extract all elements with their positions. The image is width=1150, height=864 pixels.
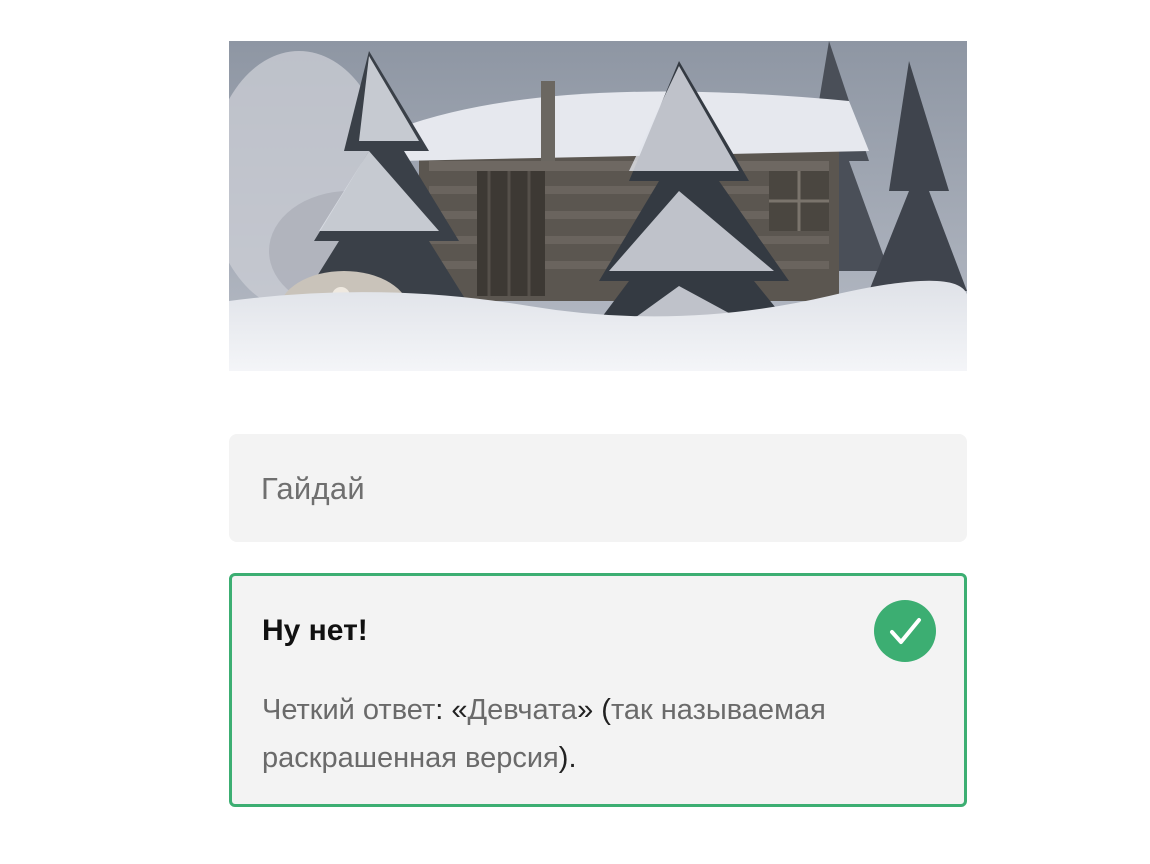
photo-icon	[229, 41, 967, 371]
check-circle-icon	[874, 600, 936, 662]
answer-option-label: Гайдай	[261, 471, 366, 506]
result-open-quote: «	[451, 694, 468, 726]
result-period: .	[568, 742, 577, 774]
result-card: Ну нет! Четкий ответ: «Девчата» (так наз…	[229, 573, 967, 807]
result-open-paren: (	[601, 694, 611, 726]
result-close-paren: )	[558, 742, 569, 774]
result-title: Ну нет!	[262, 614, 368, 647]
result-colon: :	[435, 694, 444, 726]
result-explanation: Четкий ответ: «Девчата» (так называемая …	[262, 686, 902, 782]
result-close-quote: »	[577, 694, 594, 726]
result-answer: Девчата	[467, 694, 578, 726]
answer-option[interactable]: Гайдай	[229, 434, 967, 542]
quiz-page: Гайдай Ну нет! Четкий ответ: «Девчата» (…	[0, 0, 1150, 864]
result-text-prefix: Четкий ответ	[262, 694, 436, 726]
question-photo	[229, 41, 967, 371]
